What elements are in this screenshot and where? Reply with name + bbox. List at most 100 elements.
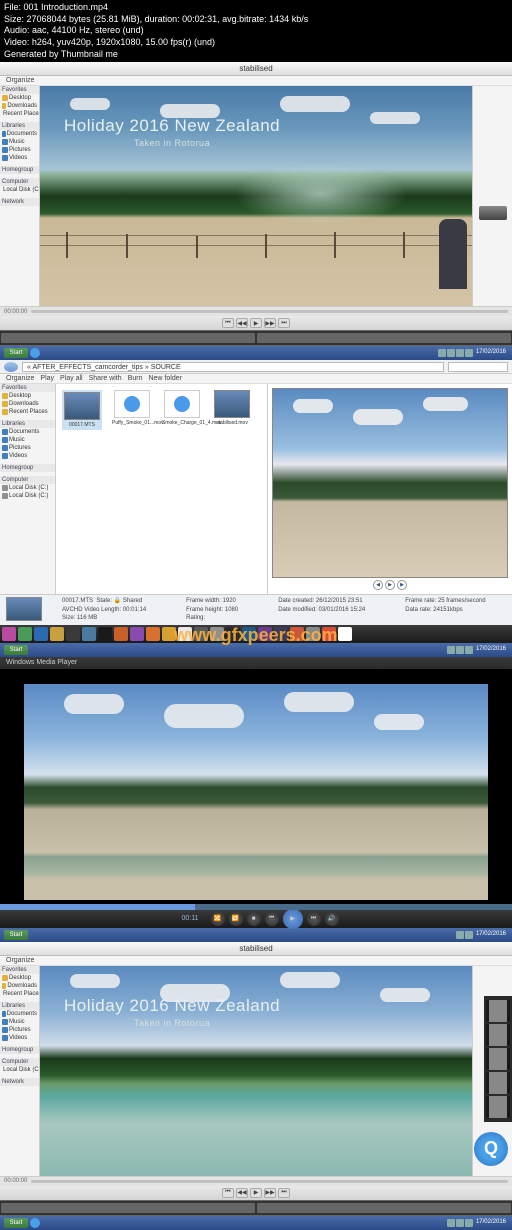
taskbar-clock[interactable]: 17/02/2016 <box>474 646 508 654</box>
taskbar-clock[interactable]: 17/02/2016 <box>474 349 508 357</box>
side-network[interactable]: Network <box>0 1078 39 1086</box>
photoshop-icon[interactable] <box>242 627 256 641</box>
seek-track[interactable] <box>31 310 508 313</box>
side-videos[interactable]: Videos <box>0 154 39 162</box>
tray-icon[interactable] <box>456 646 464 654</box>
file-item[interactable]: stabilised.mov <box>212 390 252 426</box>
app-icon[interactable] <box>306 627 320 641</box>
preview-play-button[interactable]: ▶ <box>385 580 395 590</box>
timeline-bar[interactable]: 00:00:00 <box>0 306 512 316</box>
side-libraries[interactable]: Libraries <box>0 420 55 428</box>
prev-button[interactable]: ⏮ <box>222 318 234 328</box>
app-icon[interactable] <box>18 627 32 641</box>
side-desktop[interactable]: Desktop <box>0 974 39 982</box>
side-music[interactable]: Music <box>0 436 55 444</box>
tray-icon[interactable] <box>456 1219 464 1227</box>
app-icon[interactable] <box>226 627 240 641</box>
seek-track[interactable] <box>31 1180 508 1183</box>
video-viewport-4[interactable]: Holiday 2016 New Zealand Taken in Rotoru… <box>40 966 472 1176</box>
side-music[interactable]: Music <box>0 138 39 146</box>
app-icon[interactable] <box>178 627 192 641</box>
side-homegroup[interactable]: Homegroup <box>0 464 55 472</box>
app-icon[interactable] <box>66 627 80 641</box>
menu-burn[interactable]: Burn <box>128 375 143 382</box>
app-icon[interactable] <box>2 627 16 641</box>
app-icon[interactable] <box>82 627 96 641</box>
side-localc[interactable]: Local Disk (C:) <box>0 186 39 194</box>
taskbar-clock[interactable]: 17/02/2016 <box>474 1219 508 1227</box>
side-videos[interactable]: Videos <box>0 1034 39 1042</box>
file-item[interactable]: Puffy_Smoke_01...mov <box>112 390 152 426</box>
tray-icon[interactable] <box>447 1219 455 1227</box>
search-box[interactable] <box>448 362 508 372</box>
app-icon[interactable] <box>34 627 48 641</box>
side-libraries[interactable]: Libraries <box>0 122 39 130</box>
side-favorites[interactable]: Favorites <box>0 86 39 94</box>
app-icon[interactable] <box>290 627 304 641</box>
file-listing[interactable]: 00017.MTS Puffy_Smoke_01...mov Smoke_Cha… <box>56 384 267 594</box>
side-favorites[interactable]: Favorites <box>0 384 55 392</box>
side-desktop[interactable]: Desktop <box>0 94 39 102</box>
video-viewport[interactable]: Holiday 2016 New Zealand Taken in Rotoru… <box>40 86 472 306</box>
wmp-title-bar[interactable]: Windows Media Player <box>0 657 512 669</box>
forward-button[interactable]: ▶▶ <box>264 1188 276 1198</box>
app-icon[interactable] <box>210 627 224 641</box>
start-button[interactable]: Start <box>4 645 28 655</box>
forward-button[interactable]: ▶▶ <box>264 318 276 328</box>
menu-play[interactable]: Play <box>40 375 54 382</box>
timeline-bar-4[interactable]: 00:00:00 <box>0 1176 512 1186</box>
app-icon[interactable] <box>98 627 112 641</box>
app-icon[interactable] <box>114 627 128 641</box>
side-music[interactable]: Music <box>0 1018 39 1026</box>
app-icon[interactable] <box>50 627 64 641</box>
side-pictures[interactable]: Pictures <box>0 146 39 154</box>
prev-button[interactable]: ⏮ <box>222 1188 234 1198</box>
menu-organize[interactable]: Organize <box>6 957 34 964</box>
wmp-next-button[interactable]: ⏭ <box>307 912 321 926</box>
side-favorites[interactable]: Favorites <box>0 966 39 974</box>
side-locald[interactable]: Local Disk (C:) <box>0 492 55 500</box>
wmp-seekbar[interactable] <box>0 904 512 910</box>
menu-playall[interactable]: Play all <box>60 375 83 382</box>
file-item[interactable]: 00017.MTS <box>62 390 102 430</box>
side-network[interactable]: Network <box>0 198 39 206</box>
side-videos[interactable]: Videos <box>0 452 55 460</box>
side-libraries[interactable]: Libraries <box>0 1002 39 1010</box>
tray-icon[interactable] <box>465 931 473 939</box>
wmp-play-button[interactable]: ▶ <box>283 909 303 929</box>
side-pictures[interactable]: Pictures <box>0 1026 39 1034</box>
rewind-button[interactable]: ◀◀ <box>236 318 248 328</box>
title-bar[interactable]: stabilised <box>0 62 512 76</box>
quicktime-icon[interactable] <box>30 348 40 358</box>
rewind-button[interactable]: ◀◀ <box>236 1188 248 1198</box>
side-localc[interactable]: Local Disk (C:) <box>0 1066 39 1074</box>
side-recent[interactable]: Recent Places <box>0 990 39 998</box>
tray-icon[interactable] <box>456 931 464 939</box>
address-path[interactable]: « AFTER_EFFECTS_camcorder_tips » SOURCE <box>22 362 444 372</box>
menu-organize[interactable]: Organize <box>6 375 34 382</box>
wmp-viewport[interactable] <box>0 669 512 904</box>
side-homegroup[interactable]: Homegroup <box>0 166 39 174</box>
start-button[interactable]: Start <box>4 930 28 940</box>
wmp-shuffle-button[interactable]: 🔀 <box>211 912 225 926</box>
side-downloads[interactable]: Downloads <box>0 400 55 408</box>
preview-next-button[interactable]: ▶ <box>397 580 407 590</box>
tray-icon[interactable] <box>438 349 446 357</box>
wmp-mute-button[interactable]: 🔊 <box>325 912 339 926</box>
side-downloads[interactable]: Downloads <box>0 982 39 990</box>
side-recent[interactable]: Recent Places <box>0 110 39 118</box>
start-button[interactable]: Start <box>4 1218 28 1228</box>
play-button[interactable]: ▶ <box>250 1188 262 1198</box>
app-icon[interactable] <box>338 627 352 641</box>
side-desktop[interactable]: Desktop <box>0 392 55 400</box>
tray-icon[interactable] <box>465 349 473 357</box>
side-documents[interactable]: Documents <box>0 428 55 436</box>
tray-icon[interactable] <box>465 646 473 654</box>
tray-icon[interactable] <box>465 1219 473 1227</box>
app-icon[interactable] <box>130 627 144 641</box>
wmp-prev-button[interactable]: ⏮ <box>265 912 279 926</box>
menu-share[interactable]: Share with <box>89 375 122 382</box>
tray-icon[interactable] <box>447 646 455 654</box>
quicktime-icon[interactable] <box>30 1218 40 1228</box>
preview-video[interactable] <box>272 388 508 578</box>
